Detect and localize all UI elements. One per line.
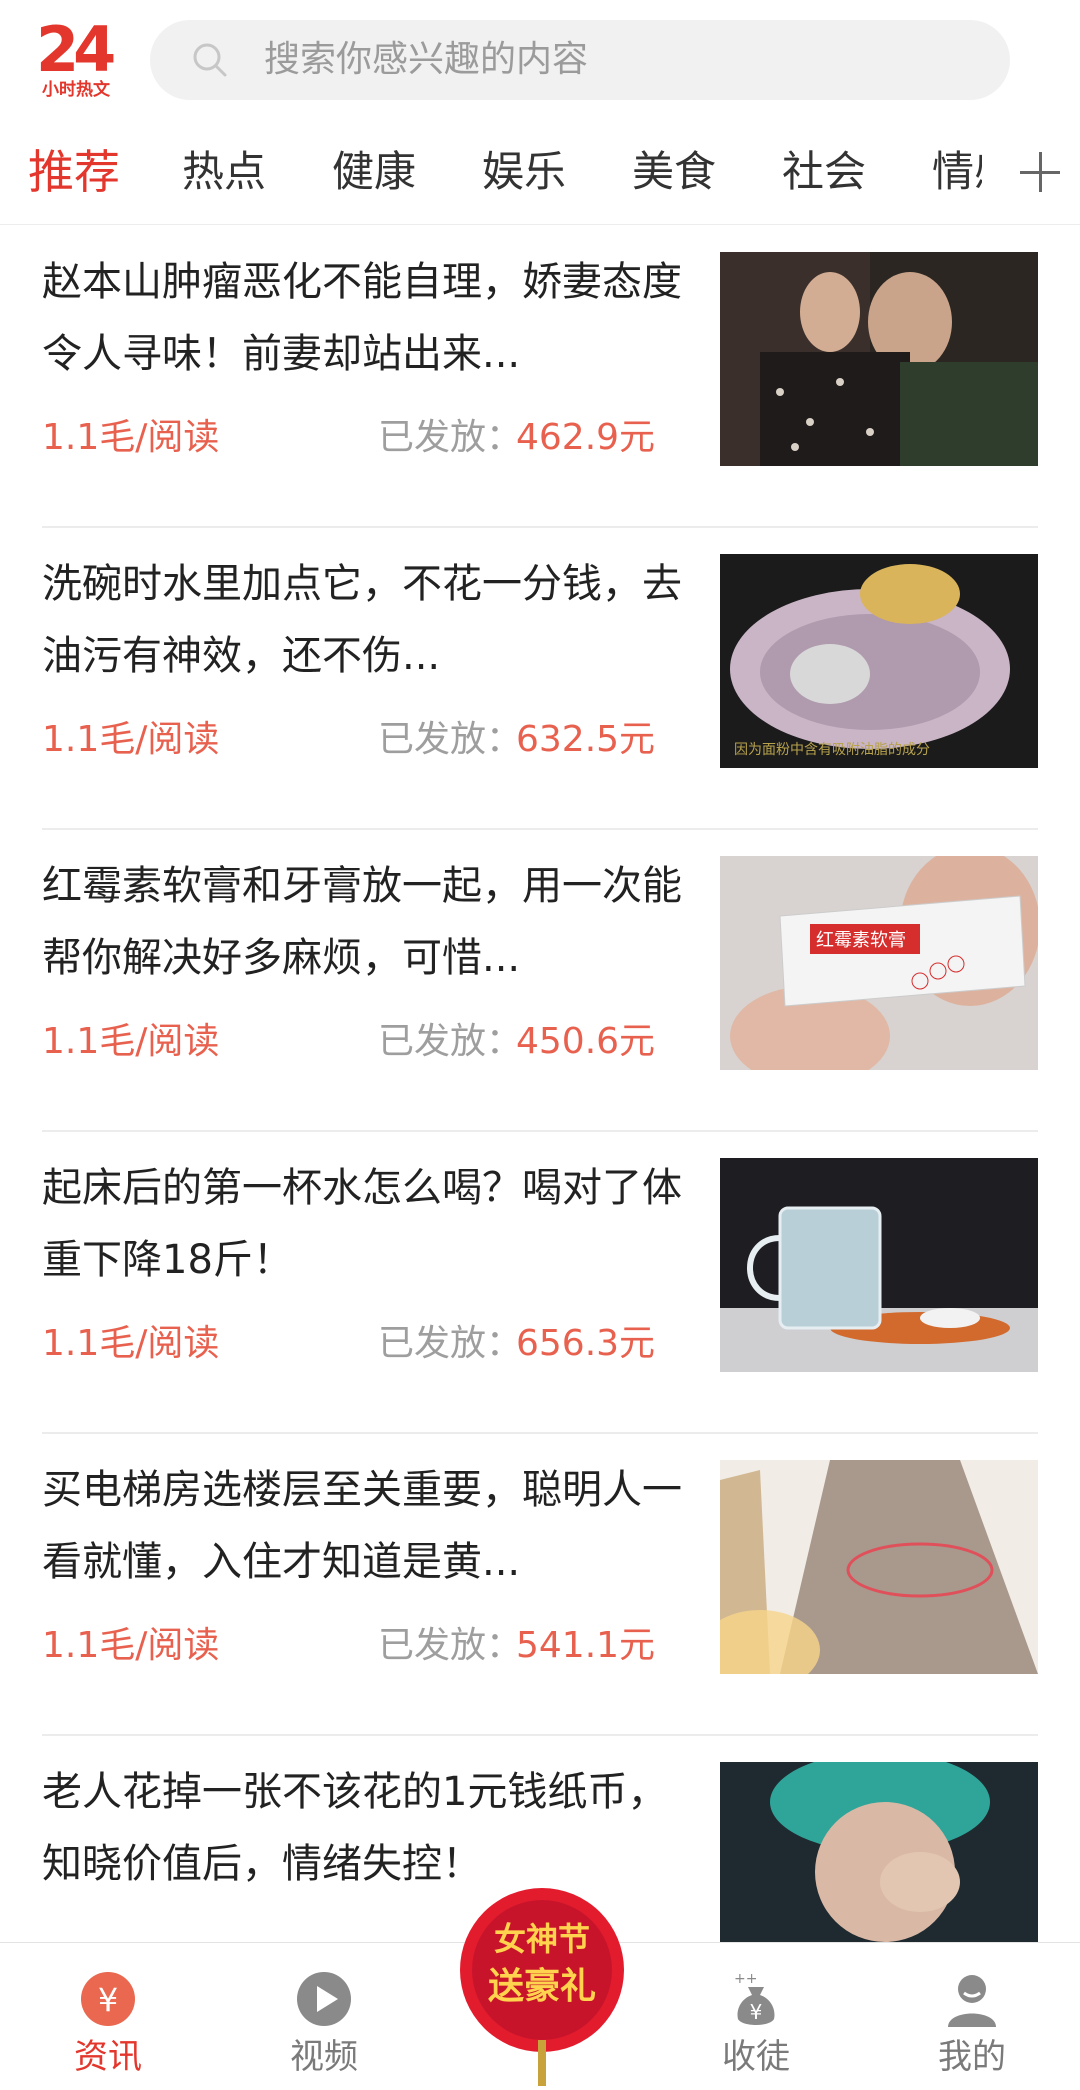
nav-label: 收徒 — [722, 2037, 790, 2077]
paid-label: 已发放： — [378, 1323, 523, 1364]
list-item[interactable]: 起床后的第一杯水怎么喝？喝对了体重下降18斤！ 1.1毛/阅读 已发放： 656… — [42, 1132, 1038, 1434]
paid-value: 462.9元 — [516, 417, 656, 458]
svg-text:¥: ¥ — [98, 1981, 118, 2019]
tab-entertainment[interactable]: 娱乐 — [482, 120, 566, 224]
list-item[interactable]: 红霉素软膏和牙膏放一起，用一次能帮你解决好多麻烦，可惜... 1.1毛/阅读 已… — [42, 830, 1038, 1132]
search-placeholder: 搜索你感兴趣的内容 — [264, 39, 589, 80]
user-icon — [948, 1975, 996, 2027]
list-item[interactable]: 洗碗时水里加点它，不花一分钱，去油污有神效，还不伤... 1.1毛/阅读 已发放… — [42, 528, 1038, 830]
logo-number: 24 — [36, 13, 116, 86]
app-header: 24 小时热文 搜索你感兴趣的内容 — [0, 0, 1080, 110]
thumbnail-photo-water-cup — [720, 1158, 1038, 1372]
thumbnail-photo-ointment: 红霉素软膏 — [720, 856, 1038, 1070]
tab-food[interactable]: 美食 — [632, 120, 716, 224]
read-rate: 1.1毛/阅读 — [42, 1021, 220, 1062]
paid-value: 632.5元 — [516, 719, 656, 760]
read-rate: 1.1毛/阅读 — [42, 1323, 220, 1364]
thumbnail-photo-bowl: 因为面粉中含有吸附油脂的成分 — [720, 554, 1038, 768]
article-meta: 1.1毛/阅读 已发放： 462.9元 — [42, 408, 702, 468]
search-icon — [193, 43, 227, 77]
thumbnail-photo-couple — [720, 252, 1038, 466]
thumbnail-photo-building — [720, 1460, 1038, 1674]
read-rate: 1.1毛/阅读 — [42, 719, 220, 760]
nav-apprentice[interactable]: ¥ ++ 收徒 — [676, 1943, 836, 2087]
news-feed: 赵本山肿瘤恶化不能自理，娇妻态度令人寻味！前妻却站出来... 1.1毛/阅读 已… — [0, 226, 1080, 1942]
logo-text: 小时热文 — [42, 80, 110, 100]
article-thumbnail[interactable]: 因为面粉中含有吸附油脂的成分 — [720, 554, 1038, 768]
article-meta: 1.1毛/阅读 已发放： 632.5元 — [42, 710, 702, 770]
tab-hot[interactable]: 热点 — [182, 120, 266, 224]
read-rate: 1.1毛/阅读 — [42, 1625, 220, 1666]
article-title[interactable]: 买电梯房选楼层至关重要，聪明人一看就懂，入住才知道是黄... — [42, 1454, 702, 1598]
article-title[interactable]: 洗碗时水里加点它，不花一分钱，去油污有神效，还不伤... — [42, 548, 702, 692]
article-title[interactable]: 赵本山肿瘤恶化不能自理，娇妻态度令人寻味！前妻却站出来... — [42, 246, 702, 390]
money-bag-icon: ¥ ++ — [734, 1971, 775, 2025]
tab-emotion[interactable]: 情感 — [932, 120, 982, 224]
paid-label: 已发放： — [378, 417, 523, 458]
play-icon — [297, 1972, 351, 2026]
nav-label: 资讯 — [74, 2037, 142, 2077]
svg-text:++: ++ — [734, 1971, 757, 1987]
paid-label: 已发放： — [378, 1021, 523, 1062]
promo-badge[interactable]: 女神节 送豪礼 — [452, 1880, 632, 2086]
category-tabs: 推荐 热点 健康 娱乐 美食 社会 情感 — [0, 120, 1080, 225]
article-title[interactable]: 老人花掉一张不该花的1元钱纸币，知晓价值后，情绪失控！ — [42, 1756, 702, 1900]
nav-label: 我的 — [938, 2037, 1006, 2077]
app-logo[interactable]: 24 小时热文 — [36, 13, 132, 101]
article-thumbnail[interactable] — [720, 1762, 1038, 1942]
thumbnail-photo-elderly-woman — [720, 1762, 1038, 1942]
yuan-coin-icon: ¥ — [81, 1972, 135, 2026]
read-rate: 1.1毛/阅读 — [42, 417, 220, 458]
svg-text:¥: ¥ — [750, 2000, 763, 2024]
list-item[interactable]: 买电梯房选楼层至关重要，聪明人一看就懂，入住才知道是黄... 1.1毛/阅读 已… — [42, 1434, 1038, 1736]
paid-label: 已发放： — [378, 1625, 523, 1666]
nav-news[interactable]: ¥ 资讯 — [28, 1943, 188, 2087]
paid-value: 541.1元 — [516, 1625, 656, 1666]
article-thumbnail[interactable] — [720, 1460, 1038, 1674]
nav-profile[interactable]: 我的 — [892, 1943, 1052, 2087]
paid-label: 已发放： — [378, 719, 523, 760]
gift-lantern-icon: 女神节 送豪礼 — [460, 1888, 624, 2086]
article-meta: 1.1毛/阅读 已发放： 450.6元 — [42, 1012, 702, 1072]
article-thumbnail[interactable] — [720, 252, 1038, 466]
nav-video[interactable]: 视频 — [244, 1943, 404, 2087]
article-thumbnail[interactable] — [720, 1158, 1038, 1372]
paid-value: 656.3元 — [516, 1323, 656, 1364]
tab-society[interactable]: 社会 — [782, 120, 866, 224]
add-tab-icon[interactable] — [1020, 152, 1060, 192]
tab-health[interactable]: 健康 — [332, 120, 416, 224]
article-thumbnail[interactable]: 红霉素软膏 — [720, 856, 1038, 1070]
article-meta: 1.1毛/阅读 已发放： 656.3元 — [42, 1314, 702, 1374]
thumbnail-caption: 因为面粉中含有吸附油脂的成分 — [734, 742, 930, 758]
search-bar[interactable]: 搜索你感兴趣的内容 — [150, 20, 1010, 100]
article-title[interactable]: 起床后的第一杯水怎么喝？喝对了体重下降18斤！ — [42, 1152, 702, 1296]
article-meta: 1.1毛/阅读 已发放： 541.1元 — [42, 1616, 702, 1676]
promo-line2: 送豪礼 — [488, 1966, 596, 2007]
list-item[interactable]: 赵本山肿瘤恶化不能自理，娇妻态度令人寻味！前妻却站出来... 1.1毛/阅读 已… — [42, 226, 1038, 528]
promo-line1: 女神节 — [494, 1920, 590, 1958]
nav-label: 视频 — [290, 2037, 358, 2077]
ointment-label: 红霉素软膏 — [816, 929, 906, 951]
paid-value: 450.6元 — [516, 1021, 656, 1062]
article-title[interactable]: 红霉素软膏和牙膏放一起，用一次能帮你解决好多麻烦，可惜... — [42, 850, 702, 994]
tab-recommend[interactable]: 推荐 — [28, 120, 120, 224]
